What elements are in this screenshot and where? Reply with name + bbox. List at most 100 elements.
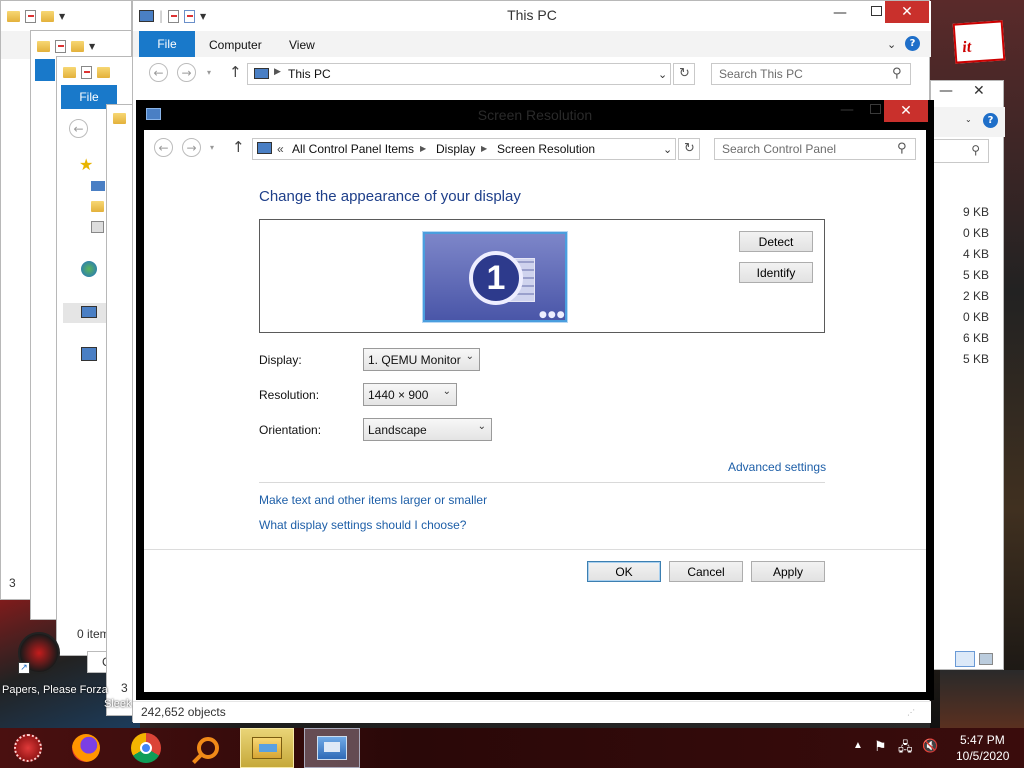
address-history-icon[interactable]: ⌄	[663, 143, 672, 156]
chevron-down-icon[interactable]: ▼	[59, 12, 65, 21]
chevron-down-icon[interactable]: ▼	[89, 42, 95, 51]
back-button[interactable]: ←	[69, 119, 88, 138]
breadcrumb-arrow-icon[interactable]: ▶	[420, 144, 426, 153]
search-this-pc[interactable]: Search This PC ⚲	[711, 63, 911, 85]
apply-button[interactable]: Apply	[751, 561, 825, 582]
desktop-icon	[91, 181, 105, 191]
monitor-1-tile[interactable]: 1 ●●●	[423, 232, 567, 322]
desktop-shortcut[interactable]: ↗ Papers, Please Forza Sleek	[0, 632, 132, 712]
breadcrumb-overflow[interactable]: «	[277, 142, 284, 156]
display-select[interactable]: 1. QEMU Monitor ⌄	[363, 348, 480, 371]
breadcrumb-arrow-icon[interactable]: ▶	[481, 144, 487, 153]
file-tab-edge[interactable]	[35, 59, 55, 81]
up-arrow-icon[interactable]: ↑	[232, 138, 245, 156]
address-text: This PC	[288, 67, 331, 81]
page-heading: Change the appearance of your display	[259, 188, 521, 205]
screen-resolution-window[interactable]: Screen Resolution — ✕ ← → ▾ ↑ « All Cont…	[136, 100, 934, 700]
dialog-close-button[interactable]: ✕	[884, 100, 928, 122]
search-icon: ⚲	[892, 66, 902, 81]
taskbar-file-explorer[interactable]	[240, 728, 294, 768]
close-button[interactable]: ✕	[885, 1, 929, 23]
taskbar-search[interactable]	[180, 728, 236, 768]
advanced-settings-link[interactable]: Advanced settings	[728, 460, 826, 474]
recent-locations-icon[interactable]: ▾	[210, 143, 214, 152]
properties-icon	[25, 9, 36, 23]
back-arrow-icon: ←	[154, 138, 173, 157]
chevron-down-icon: ⌄	[442, 386, 451, 397]
properties-icon	[81, 65, 92, 79]
object-count: 242,652 objects	[141, 705, 226, 719]
status-bar: 3	[121, 681, 128, 695]
display-settings-help-link[interactable]: What display settings should I choose?	[259, 518, 466, 532]
cancel-button[interactable]: Cancel	[669, 561, 743, 582]
up-arrow-icon[interactable]: ↑	[229, 63, 242, 81]
breadcrumb-all-items[interactable]: All Control Panel Items	[292, 142, 414, 156]
action-center-flag-icon[interactable]: ⚑	[874, 738, 887, 755]
orientation-select[interactable]: Landscape ⌄	[363, 418, 492, 441]
address-bar[interactable]: ▶ This PC ⌄	[247, 63, 671, 85]
breadcrumb-display[interactable]: Display	[436, 142, 475, 156]
recent-locations-icon[interactable]: ▾	[207, 68, 211, 77]
address-bar[interactable]: « All Control Panel Items ▶ Display ▶ Sc…	[252, 138, 676, 160]
search-box[interactable]: ⚲	[931, 139, 989, 163]
back-button[interactable]: ←	[154, 138, 173, 157]
properties-icon	[55, 39, 66, 53]
clock-date[interactable]: 10/5/2020	[956, 749, 1009, 763]
bg-window-right[interactable]: — ✕ ⌄ ? ⚲ 9 KB 0 KB 4 KB 5 KB 2 KB 0 KB 6…	[930, 80, 1005, 670]
ok-button[interactable]: OK	[587, 561, 661, 582]
folder-icon	[113, 113, 126, 127]
control-panel-icon	[257, 142, 272, 154]
text-size-link[interactable]: Make text and other items larger or smal…	[259, 493, 487, 507]
new-folder-icon	[97, 66, 110, 78]
details-view-icon[interactable]	[955, 651, 975, 667]
ribbon-expand-icon[interactable]: ⌄	[887, 38, 896, 51]
network-icon	[81, 347, 97, 361]
dialog-client: ← → ▾ ↑ « All Control Panel Items ▶ Disp…	[144, 130, 926, 692]
back-button[interactable]: ←	[149, 63, 168, 82]
monitor-dots-icon: ●●●	[539, 310, 566, 320]
forward-button[interactable]: →	[177, 63, 196, 82]
resize-grip[interactable]: ⋰	[907, 708, 915, 717]
close-icon[interactable]: ✕	[973, 83, 985, 103]
window-controls[interactable]: — ✕	[939, 83, 999, 103]
taskbar-chrome[interactable]	[118, 728, 174, 768]
homegroup-icon	[81, 261, 97, 277]
search-control-panel[interactable]: Search Control Panel ⚲	[714, 138, 916, 160]
volume-muted-icon[interactable]: 🔇	[922, 738, 938, 754]
refresh-button[interactable]: ↻	[673, 63, 695, 85]
divider	[259, 482, 825, 483]
taskbar-firefox[interactable]	[58, 728, 114, 768]
chevron-down-icon[interactable]: ⌄	[965, 115, 972, 124]
clock-time[interactable]: 5:47 PM	[960, 733, 1005, 747]
resolution-select[interactable]: 1440 × 900 ⌄	[363, 383, 457, 406]
start-button[interactable]	[0, 728, 56, 768]
detect-button[interactable]: Detect	[739, 231, 813, 252]
forward-button[interactable]: →	[182, 138, 201, 157]
breadcrumb-arrow-icon[interactable]: ▶	[274, 67, 281, 77]
tab-file[interactable]: File	[139, 31, 195, 57]
maximize-icon[interactable]	[868, 102, 884, 116]
tab-computer[interactable]: Computer	[209, 38, 262, 52]
forward-arrow-icon: →	[177, 63, 196, 82]
file-explorer-icon	[252, 737, 282, 759]
show-hidden-icons-icon[interactable]: ▲	[853, 740, 863, 751]
folder-icon	[63, 66, 76, 78]
monitor-preview-area: 1 ●●● Detect Identify	[259, 219, 825, 333]
firefox-icon	[72, 734, 100, 762]
minimize-icon[interactable]: —	[939, 83, 953, 103]
refresh-button[interactable]: ↻	[678, 138, 700, 160]
taskbar-control-panel[interactable]	[304, 728, 360, 768]
help-icon[interactable]: ?	[983, 113, 998, 128]
dialog-title-bar[interactable]: Screen Resolution — ✕	[136, 100, 934, 130]
address-history-icon[interactable]: ⌄	[658, 68, 667, 81]
network-icon[interactable]: 🖧	[898, 738, 913, 760]
minimize-icon[interactable]: —	[840, 102, 854, 118]
tab-view[interactable]: View	[289, 38, 315, 52]
help-icon[interactable]: ?	[905, 36, 920, 51]
maximize-icon[interactable]	[868, 3, 886, 17]
breadcrumb-screen-resolution[interactable]: Screen Resolution	[497, 142, 595, 156]
minimize-icon[interactable]: —	[833, 5, 847, 21]
large-icons-view-icon[interactable]	[979, 653, 993, 665]
identify-button[interactable]: Identify	[739, 262, 813, 283]
title-bar[interactable]: | ▼ This PC — ✕	[133, 1, 931, 31]
